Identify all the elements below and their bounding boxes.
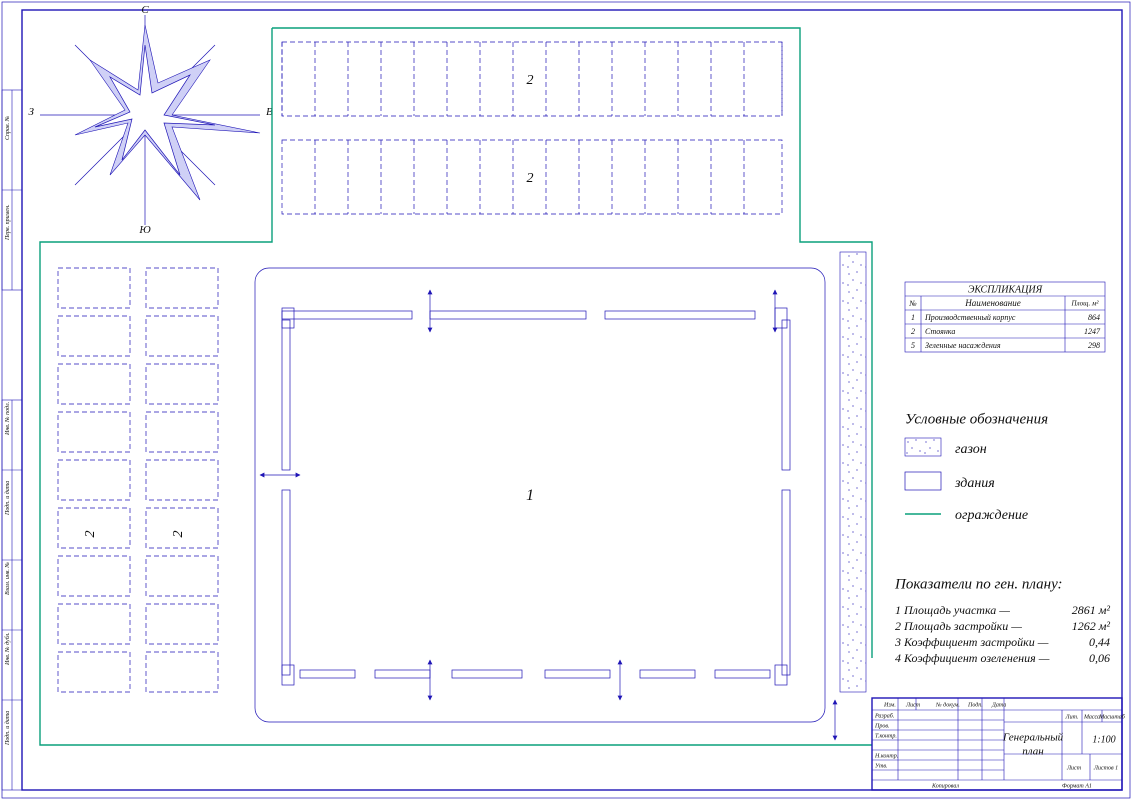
svg-text:Подп. и дата: Подп. и дата [4, 481, 11, 516]
svg-text:0,44: 0,44 [1089, 635, 1110, 649]
svg-text:2 Площадь застройки —: 2 Площадь застройки — [895, 619, 1022, 633]
svg-text:№: № [908, 299, 917, 308]
svg-text:298: 298 [1088, 341, 1100, 350]
indicators-title: Показатели по ген. плану: [894, 576, 1063, 592]
parking-left-label-a: 2 [83, 531, 98, 538]
svg-text:Подп.: Подп. [967, 701, 983, 708]
svg-text:Изм.: Изм. [883, 702, 896, 708]
svg-text:1 Площадь участка —: 1 Площадь участка — [895, 603, 1010, 617]
svg-text:1247: 1247 [1084, 327, 1101, 336]
svg-text:864: 864 [1088, 313, 1100, 322]
indicators: Показатели по ген. плану: 1 Площадь учас… [894, 576, 1110, 664]
svg-text:Инв. № подл.: Инв. № подл. [4, 402, 11, 436]
side-stamp-top: Справ. № Перв. примен. [2, 90, 22, 290]
lawn-strip [840, 252, 866, 692]
svg-text:ограждение: ограждение [955, 508, 1028, 523]
svg-text:Т.контр.: Т.контр. [875, 733, 897, 739]
compass-south: Ю [138, 224, 151, 236]
svg-text:Инв. № дубл.: Инв. № дубл. [4, 632, 11, 666]
svg-text:Площ. м²: Площ. м² [1070, 300, 1099, 308]
svg-text:Подп. и дата: Подп. и дата [4, 711, 11, 746]
svg-text:Взам. инв. №: Взам. инв. № [5, 562, 11, 595]
legend: Условные обозначения газон здания огражд… [905, 411, 1048, 523]
parking-left-colB [146, 268, 218, 692]
svg-text:Масштаб: Масштаб [1098, 713, 1126, 720]
svg-text:Стоянка: Стоянка [925, 327, 955, 336]
svg-text:3 Коэффициент застройки —: 3 Коэффициент застройки — [894, 635, 1049, 649]
svg-text:1262 м²: 1262 м² [1072, 619, 1111, 633]
explication-table: ЭКСПЛИКАЦИЯ № Наименование Площ. м² 1 Пр… [905, 282, 1105, 352]
compass-rose: С Ю З В [29, 4, 273, 236]
svg-text:Н.контр.: Н.контр. [874, 753, 898, 759]
building-label: 1 [526, 487, 534, 504]
svg-text:Лист: Лист [905, 702, 921, 708]
svg-text:0,06: 0,06 [1089, 651, 1110, 665]
title-block: Изм. Лист № докум. Подп. Дата Разраб. Пр… [872, 698, 1126, 790]
svg-text:Лист: Лист [1066, 765, 1082, 771]
svg-text:Пров.: Пров. [874, 723, 889, 729]
parking-top: 2 2 [282, 42, 782, 214]
legend-swatch-lawn [905, 438, 941, 456]
svg-text:Утв.: Утв. [875, 763, 887, 769]
svg-text:Зеленные насаждения: Зеленные насаждения [925, 341, 1001, 350]
compass-north: С [141, 4, 149, 16]
svg-text:5: 5 [911, 341, 915, 350]
svg-text:4 Коэффициент озеленения —: 4 Коэффициент озеленения — [895, 651, 1050, 665]
doc-title-2: план [1022, 746, 1044, 758]
svg-text:Формат А1: Формат А1 [1062, 783, 1092, 789]
scale: 1:100 [1092, 734, 1115, 745]
parking-left-label-b: 2 [171, 531, 186, 538]
svg-text:Дата: Дата [991, 702, 1006, 708]
svg-text:Лит.: Лит. [1065, 714, 1079, 720]
svg-text:газон: газон [955, 442, 987, 457]
parking-top-label-a: 2 [527, 73, 534, 88]
svg-text:Наименование: Наименование [964, 298, 1021, 308]
svg-text:Производственный корпус: Производственный корпус [924, 313, 1016, 322]
svg-text:Перв. примен.: Перв. примен. [5, 204, 11, 241]
parking-left-colA [58, 268, 130, 692]
parking-left: 2 2 [58, 268, 218, 692]
svg-text:1: 1 [911, 313, 915, 322]
svg-text:Копировал: Копировал [931, 783, 959, 789]
svg-text:Масса: Масса [1083, 714, 1100, 720]
parking-top-label-b: 2 [527, 171, 534, 186]
expl-title: ЭКСПЛИКАЦИЯ [968, 284, 1044, 295]
svg-text:Справ. №: Справ. № [5, 115, 11, 140]
svg-text:2: 2 [911, 327, 915, 336]
svg-text:2861 м²: 2861 м² [1072, 603, 1111, 617]
building: 1 [255, 268, 835, 740]
svg-text:Разраб.: Разраб. [874, 712, 894, 719]
svg-text:№ докум.: № докум. [935, 701, 960, 708]
doc-title-1: Генеральный [1002, 732, 1064, 744]
compass-west: З [29, 106, 35, 118]
legend-swatch-building [905, 472, 941, 490]
svg-text:Листов 1: Листов 1 [1093, 765, 1118, 771]
svg-text:здания: здания [954, 476, 995, 491]
legend-title: Условные обозначения [905, 411, 1048, 427]
side-stamp-bottom: Инв. № подл. Подп. и дата Взам. инв. № И… [2, 400, 22, 790]
